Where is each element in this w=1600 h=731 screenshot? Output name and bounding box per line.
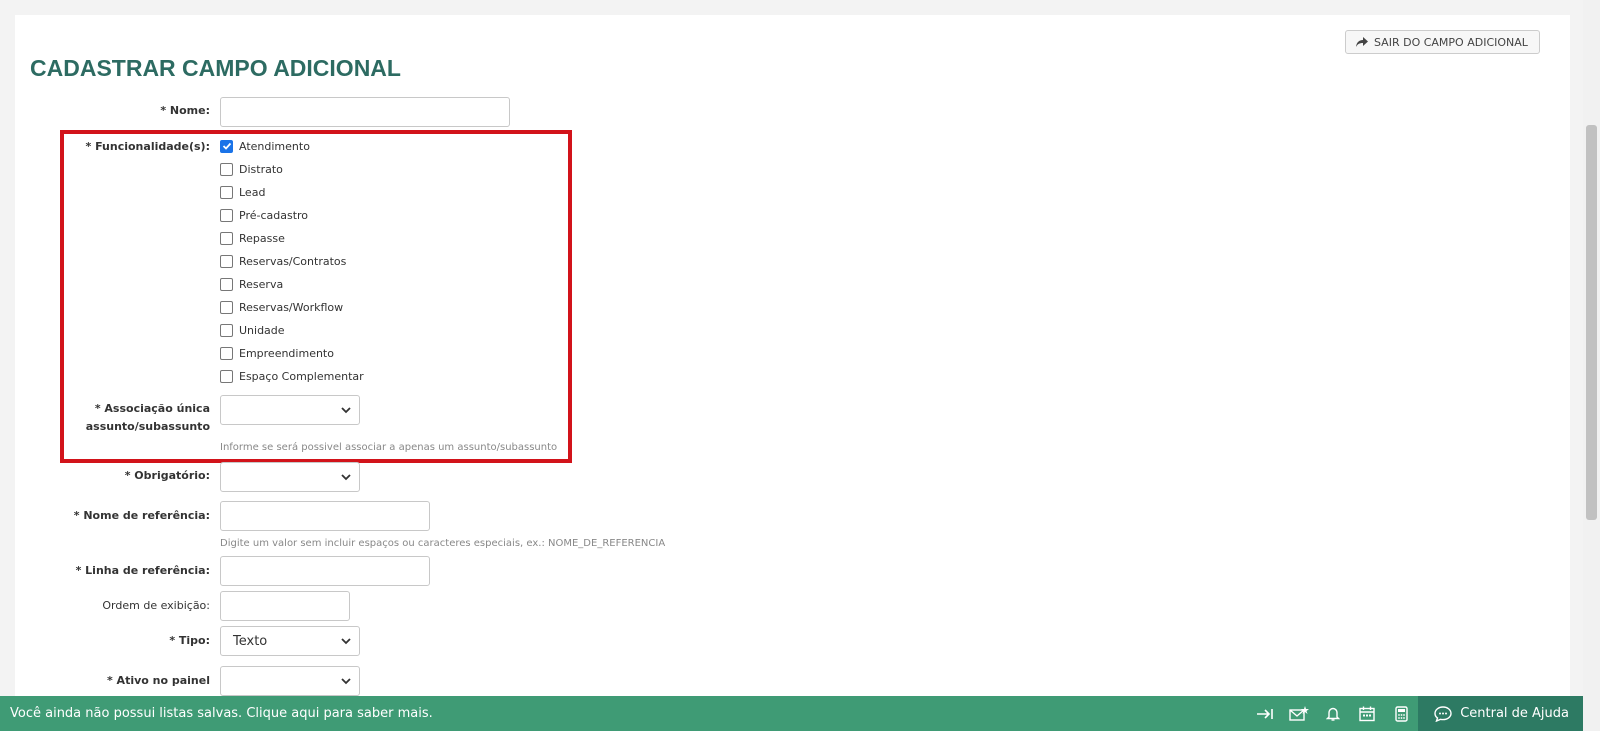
funcionalidades-label: * Funcionalidade(s): — [85, 140, 211, 153]
funcionalidade-option[interactable]: Empreendimento — [220, 346, 334, 360]
chevron-down-icon — [341, 638, 351, 645]
scrollbar-thumb[interactable] — [1586, 125, 1597, 520]
nome-referencia-input[interactable] — [220, 501, 430, 531]
linha-referencia-label: * Linha de referência: — [75, 564, 210, 577]
funcionalidade-option[interactable]: Pré-cadastro — [220, 208, 308, 222]
checkbox-checked[interactable] — [220, 139, 233, 153]
funcionalidade-option[interactable]: Reserva — [220, 277, 283, 291]
checkbox[interactable] — [220, 185, 233, 199]
funcionalidade-label: Empreendimento — [239, 346, 334, 360]
obrigatorio-label: * Obrigatório: — [124, 469, 210, 482]
ativo-painel-label: * Ativo no painel — [106, 674, 210, 687]
funcionalidade-label: Unidade — [239, 323, 285, 337]
page-title: CADASTRAR CAMPO ADICIONAL — [30, 55, 401, 81]
funcionalidade-option[interactable]: Distrato — [220, 162, 283, 176]
funcionalidade-option[interactable]: Reservas/Contratos — [220, 254, 346, 268]
exit-button-label: SAIR DO CAMPO ADICIONAL — [1374, 35, 1528, 49]
ordem-exibicao-label: Ordem de exibição: — [102, 599, 210, 612]
help-center-label: Central de Ajuda — [1460, 706, 1569, 721]
nome-referencia-hint: Digite um valor sem incluir espaços ou c… — [220, 538, 666, 549]
funcionalidade-option[interactable]: Unidade — [220, 323, 285, 337]
funcionalidade-label: Pré-cadastro — [239, 208, 309, 222]
checkbox[interactable] — [220, 369, 233, 383]
funcionalidade-label: Reservas/Workflow — [239, 300, 344, 314]
ativo-painel-select[interactable] — [220, 666, 360, 696]
calendar-icon[interactable] — [1350, 696, 1384, 731]
associacao-select[interactable] — [220, 395, 360, 425]
funcionalidade-label: Lead — [239, 185, 266, 199]
tipo-label: * Tipo: — [169, 634, 210, 647]
funcionalidade-label: Repasse — [239, 231, 285, 245]
funcionalidade-label: Espaço Complementar — [239, 369, 364, 383]
checkbox[interactable] — [220, 208, 233, 222]
funcionalidade-label: Reserva — [239, 277, 284, 291]
funcionalidade-option[interactable]: Lead — [220, 185, 265, 199]
chevron-down-icon — [341, 678, 351, 685]
footer-bar: Você ainda não possui listas salvas. Cli… — [0, 696, 1583, 731]
calculator-icon[interactable] — [1384, 696, 1418, 731]
obrigatorio-select[interactable] — [220, 462, 360, 492]
checkbox[interactable] — [220, 277, 233, 291]
mail-star-icon[interactable] — [1282, 696, 1316, 731]
tipo-select-value: Texto — [233, 633, 268, 649]
checkbox[interactable] — [220, 231, 233, 245]
funcionalidade-option[interactable]: Repasse — [220, 231, 285, 245]
nome-label: * Nome: — [160, 104, 210, 117]
checkbox[interactable] — [220, 323, 233, 337]
tipo-select[interactable]: Texto — [220, 626, 360, 656]
ordem-exibicao-input[interactable] — [220, 591, 350, 621]
chat-bubble-icon — [1434, 705, 1452, 722]
checkbox[interactable] — [220, 162, 233, 176]
funcionalidade-label: Reservas/Contratos — [239, 254, 347, 268]
check-icon — [222, 142, 231, 150]
bell-icon[interactable] — [1316, 696, 1350, 731]
chevron-down-icon — [341, 407, 351, 414]
linha-referencia-input[interactable] — [220, 556, 430, 586]
exit-additional-field-button[interactable]: SAIR DO CAMPO ADICIONAL — [1345, 30, 1540, 54]
checkbox[interactable] — [220, 254, 233, 268]
funcionalidade-label: Distrato — [239, 162, 283, 176]
funcionalidade-option[interactable]: Reservas/Workflow — [220, 300, 343, 314]
help-center-button[interactable]: Central de Ajuda — [1418, 696, 1583, 731]
funcionalidade-label: Atendimento — [239, 139, 310, 153]
nome-input[interactable] — [220, 97, 510, 127]
checkbox[interactable] — [220, 300, 233, 314]
associacao-hint: Informe se será possivel associar a apen… — [220, 442, 558, 453]
nome-referencia-label: * Nome de referência: — [73, 509, 210, 522]
associacao-label-line2: assunto/subassunto — [85, 420, 210, 433]
funcionalidade-option[interactable]: Atendimento — [220, 139, 310, 153]
funcionalidade-option[interactable]: Espaço Complementar — [220, 369, 364, 383]
saved-lists-message[interactable]: Você ainda não possui listas salvas. Cli… — [0, 706, 1248, 721]
share-arrow-icon — [1356, 36, 1368, 47]
associacao-label-line1: * Associação única — [94, 402, 210, 415]
checkbox[interactable] — [220, 346, 233, 360]
chevron-down-icon — [341, 474, 351, 481]
arrow-right-bar-icon[interactable] — [1248, 696, 1282, 731]
